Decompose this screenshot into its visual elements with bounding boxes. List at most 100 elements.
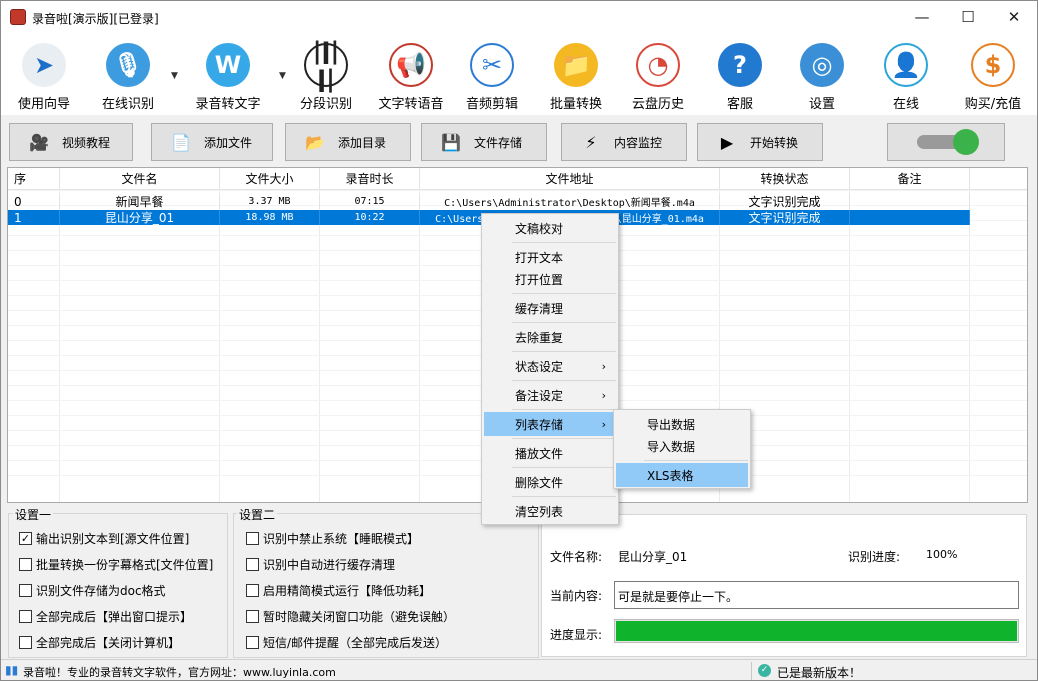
checkbox-option[interactable]: 短信/邮件提醒（全部完成后发送） xyxy=(246,634,447,650)
checkbox-option[interactable]: 暂时隐藏关闭窗口功能（避免误触） xyxy=(246,608,455,624)
column-header[interactable]: 序 xyxy=(8,168,60,189)
action-label-add-file: 添加文件 xyxy=(204,135,253,150)
action-label-file-save: 文件存储 xyxy=(474,135,523,150)
context-menu-item[interactable]: 打开位置 xyxy=(484,267,616,291)
w-logo-icon: W xyxy=(206,43,250,87)
toolbar-button-guide[interactable]: ➤ 使用向导 xyxy=(15,39,73,113)
action-button-add-file[interactable]: 📄 添加文件 xyxy=(151,123,273,161)
context-menu-item[interactable]: 列表存储 › xyxy=(484,412,616,436)
column-header[interactable]: 文件名 xyxy=(60,168,220,189)
checkbox-unchecked-icon[interactable] xyxy=(19,635,32,649)
column-header[interactable]: 文件地址 xyxy=(420,168,720,189)
checkbox-option[interactable]: 启用精简模式运行【降低功耗】 xyxy=(246,582,431,598)
context-menu-label: 打开文本 xyxy=(515,250,564,265)
toolbar-button-audio-cut[interactable]: ✂ 音频剪辑 xyxy=(463,39,521,113)
submenu-item[interactable]: 导入数据 xyxy=(616,434,748,458)
context-menu-label: 打开位置 xyxy=(515,272,564,287)
column-header[interactable]: 备注 xyxy=(850,168,970,189)
action-button-content-monitor[interactable]: ⚡ 内容监控 xyxy=(561,123,687,161)
column-header[interactable]: 文件大小 xyxy=(220,168,320,189)
content-label: 当前内容: xyxy=(550,589,603,603)
toolbar-button-online[interactable]: 👤 在线 xyxy=(877,39,935,113)
menu-separator xyxy=(644,460,748,461)
toolbar-button-cloud-history[interactable]: ◔ 云盘历史 xyxy=(629,39,687,113)
minimize-button[interactable]: — xyxy=(899,1,945,33)
checkbox-option[interactable]: 识别中自动进行缓存清理 xyxy=(246,556,395,572)
action-button-file-save[interactable]: 💾 文件存储 xyxy=(421,123,547,161)
toolbar-button-batch-convert[interactable]: 📁 批量转换 xyxy=(547,39,605,113)
history-clock-icon: ◔ xyxy=(636,43,680,87)
toolbar-label-settings: 设置 xyxy=(808,97,835,112)
context-menu-label: 文稿校对 xyxy=(515,221,564,236)
toolbar-button-audio-to-text[interactable]: W 录音转文字 ▼ xyxy=(191,39,286,113)
context-menu-item[interactable]: 状态设定 › xyxy=(484,354,616,378)
submenu-item[interactable]: 导出数据 xyxy=(616,412,748,436)
checkbox-label: 识别中自动进行缓存清理 xyxy=(263,557,396,572)
checkbox-option[interactable]: ✓ 输出识别文本到[源文件位置] xyxy=(19,530,189,546)
checkbox-unchecked-icon[interactable] xyxy=(19,609,32,623)
app-window: 录音啦[演示版][已登录] — ☐ ✕ ➤ 使用向导 🎙 在线识别 ▼ W 录音转文字 ▼ |ǀ… xyxy=(0,0,1038,681)
content-field[interactable]: 可是就是要停止一下。 xyxy=(614,581,1019,609)
context-menu-item[interactable]: 文稿校对 xyxy=(484,216,616,240)
action-button-start-convert[interactable]: ▶ 开始转换 xyxy=(697,123,823,161)
context-menu-label: 去除重复 xyxy=(515,330,564,345)
chevron-down-icon[interactable]: ▼ xyxy=(171,71,178,81)
toolbar-label-cloud-history: 云盘历史 xyxy=(631,97,684,112)
context-menu-item[interactable]: 打开文本 xyxy=(484,245,616,269)
column-header[interactable]: 转换状态 xyxy=(720,168,850,189)
mode-toggle[interactable] xyxy=(887,123,1005,161)
toolbar-button-support[interactable]: ? 客服 xyxy=(711,39,769,113)
settings-group-1-title: 设置一 xyxy=(13,506,54,523)
toolbar-button-text-to-speech[interactable]: 📢 文字转语音 xyxy=(375,39,447,113)
table-cell: C:\Users\Administrator\Desktop\新闻早餐.m4a xyxy=(420,194,720,209)
submenu-label: 导出数据 xyxy=(647,417,696,432)
app-logo-icon xyxy=(10,9,26,25)
context-menu-item[interactable]: 清空列表 xyxy=(484,499,616,523)
checkbox-option[interactable]: 识别文件存储为doc格式 xyxy=(19,582,166,598)
table-row[interactable]: 0 新闻早餐 3.37 MB 07:15 C:\Users\Administrator\… xyxy=(8,194,970,209)
context-menu-label: 播放文件 xyxy=(515,446,564,461)
toolbar-button-buy[interactable]: $ 购买/充值 xyxy=(957,39,1029,113)
grid-line xyxy=(219,190,220,502)
add-file-icon: 📄 xyxy=(171,132,191,152)
context-menu-item[interactable]: 缓存清理 xyxy=(484,296,616,320)
checkbox-option[interactable]: 批量转换一份字幕格式[文件位置] xyxy=(19,556,213,572)
toolbar-button-settings[interactable]: ◎ 设置 xyxy=(793,39,851,113)
table-cell: 昆山分享_01 xyxy=(60,210,220,225)
checkbox-option[interactable]: 全部完成后【弹出窗口提示】 xyxy=(19,608,192,624)
submenu-item[interactable]: XLS表格 xyxy=(616,463,748,487)
context-menu-item[interactable]: 备注设定 › xyxy=(484,383,616,407)
table-cell: 文字识别完成 xyxy=(720,210,850,225)
maximize-button[interactable]: ☐ xyxy=(945,1,991,33)
progress-label: 识别进度: xyxy=(848,550,901,564)
checkbox-unchecked-icon[interactable] xyxy=(246,531,259,545)
checkbox-checked-icon[interactable]: ✓ xyxy=(19,531,32,545)
checkbox-option[interactable]: 全部完成后【关闭计算机】 xyxy=(19,634,180,650)
checkbox-unchecked-icon[interactable] xyxy=(246,635,259,649)
toolbar-button-segment-recognize[interactable]: |ǀ|ǀ| 分段识别 xyxy=(297,37,355,113)
menu-separator xyxy=(512,351,616,352)
title-bar: 录音啦[演示版][已登录] — ☐ ✕ xyxy=(1,1,1037,33)
context-menu-label: 清空列表 xyxy=(515,504,564,519)
dollar-coin-icon: $ xyxy=(971,43,1015,87)
toolbar-label-online: 在线 xyxy=(892,97,919,112)
context-menu-item[interactable]: 去除重复 xyxy=(484,325,616,349)
toolbar-button-online-recognize[interactable]: 🎙 在线识别 ▼ xyxy=(99,39,178,113)
checkbox-unchecked-icon[interactable] xyxy=(246,609,259,623)
context-menu-item[interactable]: 删除文件 xyxy=(484,470,616,494)
filename-value: 昆山分享_01 xyxy=(618,550,688,564)
column-header[interactable]: 录音时长 xyxy=(320,168,420,189)
action-label-content-monitor: 内容监控 xyxy=(614,135,663,150)
checkbox-unchecked-icon[interactable] xyxy=(246,583,259,597)
action-button-add-folder[interactable]: 📂 添加目录 xyxy=(285,123,411,161)
close-button[interactable]: ✕ xyxy=(991,1,1037,33)
context-menu-label: 缓存清理 xyxy=(515,301,564,316)
menu-separator xyxy=(512,293,616,294)
checkbox-unchecked-icon[interactable] xyxy=(19,583,32,597)
checkbox-unchecked-icon[interactable] xyxy=(19,557,32,571)
context-menu-item[interactable]: 播放文件 xyxy=(484,441,616,465)
chevron-down-icon[interactable]: ▼ xyxy=(279,71,286,81)
checkbox-option[interactable]: 识别中禁止系统【睡眠模式】 xyxy=(246,530,419,546)
action-button-video-tutorial[interactable]: 🎥 视频教程 xyxy=(9,123,133,161)
checkbox-unchecked-icon[interactable] xyxy=(246,557,259,571)
